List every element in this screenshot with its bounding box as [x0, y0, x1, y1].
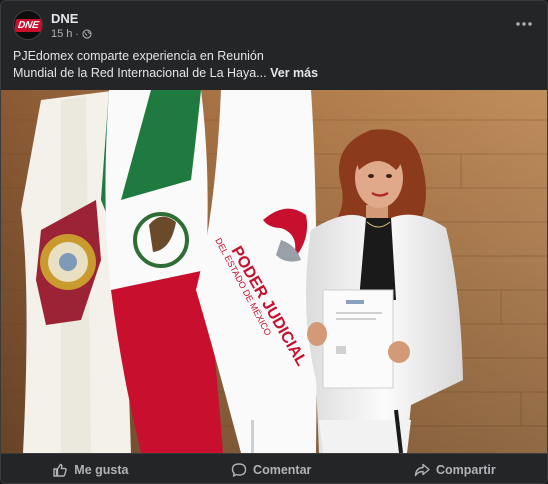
- flag-pole: [251, 420, 254, 453]
- comment-bubble-icon: [231, 462, 247, 477]
- comment-label: Comentar: [253, 462, 312, 477]
- post-photo[interactable]: PODER JUDICIAL DEL ESTADO DE MÉXICO: [1, 90, 548, 453]
- page-avatar[interactable]: DNE: [13, 10, 43, 40]
- caption-line-1: PJEdomex comparte experiencia en Reunión: [13, 49, 264, 63]
- post-time[interactable]: 15 h: [51, 28, 72, 40]
- share-arrow-icon: [414, 463, 430, 476]
- meta-separator: ·: [75, 28, 79, 40]
- like-label: Me gusta: [74, 462, 129, 477]
- more-options-icon: [516, 22, 532, 26]
- post-meta: 15 h ·: [51, 28, 92, 40]
- globe-icon: [82, 29, 92, 39]
- dne-logo: DNE: [14, 18, 42, 32]
- post-header: DNE DNE 15 h ·: [1, 1, 547, 45]
- more-options-button[interactable]: [511, 11, 537, 37]
- post-actions-bar: Me gusta Comentar Compartir: [1, 453, 547, 483]
- post-card: DNE DNE 15 h · PJEdomex comparte experie…: [0, 0, 548, 484]
- page-name-link[interactable]: DNE: [51, 11, 78, 26]
- see-more-link[interactable]: Ver más: [270, 66, 318, 80]
- caption-line-2: Mundial de la Red Internacional de La Ha…: [13, 66, 267, 80]
- like-button[interactable]: Me gusta: [42, 458, 138, 482]
- share-button[interactable]: Compartir: [404, 458, 506, 482]
- share-label: Compartir: [435, 462, 496, 477]
- like-thumb-icon: [53, 463, 68, 477]
- certificate: [322, 289, 394, 389]
- comment-button[interactable]: Comentar: [221, 458, 321, 482]
- post-caption: PJEdomex comparte experiencia en Reunión…: [13, 48, 533, 82]
